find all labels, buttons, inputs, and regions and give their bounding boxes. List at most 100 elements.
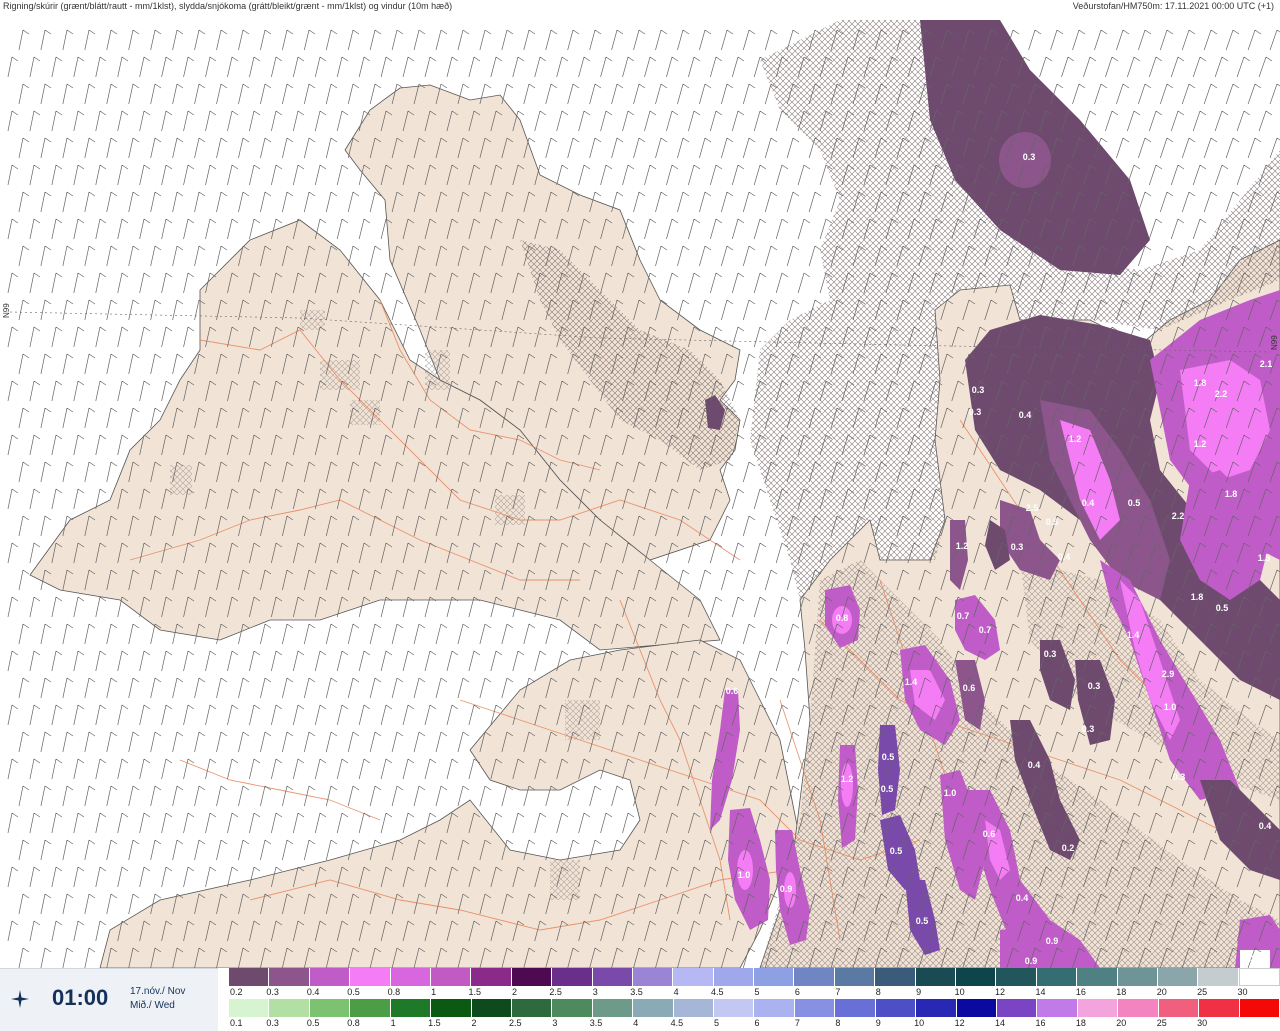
precip-value-label: 0.8 [836,613,849,623]
scale-tick-label: 3.5 [589,1018,603,1028]
scale-swatch [1077,968,1118,986]
scale-tick-label: 5 [714,1018,720,1028]
animation-star-icon[interactable] [10,989,30,1009]
scale-tick-label: 5 [754,987,760,997]
precip-value-label: 0.3 [1173,772,1186,782]
scale-swatch [1036,968,1078,986]
scale-swatch [997,999,1038,1017]
scale-swatch [1238,968,1280,986]
scale-swatch [471,999,512,1017]
scale-swatch [632,968,674,986]
precip-value-label: 0.6 [963,683,976,693]
precip-value-label: 0.9 [1046,936,1059,946]
precip-value-label: 0.3 [1088,681,1101,691]
scale-swatch [1037,999,1078,1017]
precip-value-label: 0.5 [916,916,929,926]
scale-tick-label: 0.4 [306,987,320,997]
precip-value-label: 0.3 [1023,152,1036,162]
precip-value-label: 0.6 [983,829,996,839]
scale-tick-label: 20 [1156,987,1167,997]
scale-tick-label: 0.8 [387,987,401,997]
scale-tick-label: 8 [875,987,881,997]
scale-tick-label: 0.5 [347,987,360,997]
scale-tick-label: 7 [835,987,841,997]
scale-swatch [1118,999,1159,1017]
scale-swatch [309,999,351,1017]
scale-swatch [229,968,270,986]
precip-value-label: 0.5 [1216,603,1229,613]
precip-value-label: 0.4 [1058,552,1071,562]
scale-swatch [1239,999,1280,1017]
scale-tick-label: 30 [1237,987,1248,997]
scale-tick-label: 2.5 [508,1018,522,1028]
precip-value-label: 1.0 [1164,702,1177,712]
scale-tick-label: 30 [1197,1018,1208,1028]
precip-value-label: 0.9 [1025,956,1038,966]
model-run-info: Veðurstofan/HM750m: 17.11.2021 00:00 UTC… [1072,1,1274,11]
scale-tick-label: 16 [1035,1018,1046,1028]
time-panel: 01:00 17.nóv./ Nov Mið./ Wed [0,968,218,1031]
map-canvas: 0.3 0.3 0.3 0.4 1.2 1.8 2.2 2.1 1.2 1.8 2.2 0.4 0.5 2… [7,20,1280,968]
precip-value-label: 0.4 [1016,893,1029,903]
precip-value-label: 0.7 [957,611,970,621]
scale-tick-label: 3 [552,1018,558,1028]
precip-value-label: 0.4 [1259,821,1272,831]
snow-scale-ticks: 0.2 0.3 0.4 0.5 0.8 1 1.5 2 2.5 3 3.5 4 4.5 5 6 7 8 9 10 12… [229,987,1280,999]
precip-value-label: 0.5 [890,846,903,856]
scale-tick-label: 2.5 [549,987,562,997]
scale-tick-label: 3.5 [630,987,643,997]
precip-value-label: 0.4 [1028,760,1041,770]
scale-swatch [754,968,795,986]
precip-value-label: 0.9 [780,884,793,894]
scale-swatch [309,968,351,986]
scale-swatch [673,968,714,986]
scale-swatch [1199,999,1240,1017]
scale-tick-label: 2 [511,987,517,997]
precip-value-label: 2.2 [1215,389,1228,399]
scale-tick-label: 4.5 [711,987,724,997]
precip-value-label: 0.4 [1019,410,1032,420]
scale-tick-label: 0.3 [266,1018,279,1028]
precip-value-label: 0.3 [972,385,985,395]
scale-swatch [552,999,593,1017]
precip-value-label: 0.5 [882,752,895,762]
scale-swatch [552,968,593,986]
precip-value-label: 0.4 [1082,498,1095,508]
scale-tick-label: 20 [1116,1018,1127,1028]
scale-tick-label: 12 [995,987,1006,997]
scale-tick-label: 7 [794,1018,800,1028]
latitude-label-left: N99 [2,303,11,318]
scale-swatch [1158,999,1200,1017]
precip-value-label: 0.3 [969,407,982,417]
scale-swatch [511,968,553,986]
scale-tick-label: 0.5 [306,1018,320,1028]
scale-swatch [916,999,957,1017]
scale-tick-label: 3 [592,987,598,997]
scale-swatch [875,999,917,1017]
precip-value-label: 1.8 [1191,592,1204,602]
scale-swatch [956,968,997,986]
scale-tick-label: 14 [995,1018,1006,1028]
scale-swatch [875,968,916,986]
scale-swatch [915,968,957,986]
scale-swatch [835,999,876,1017]
scale-swatch [1117,968,1158,986]
weather-map: 0.3 0.3 0.3 0.4 1.2 1.8 2.2 2.1 1.2 1.8 2.2 0.4 0.5 2… [0,0,1280,968]
scale-tick-label: 16 [1075,987,1086,997]
precip-value-label: 0.6 [726,686,739,696]
precip-value-label: 1.2 [1069,434,1082,444]
precip-value-label: 0.5 [1128,498,1141,508]
scale-tick-label: 18 [1075,1018,1086,1028]
precip-value-label: 0.5 [881,784,894,794]
scale-swatch [390,968,431,986]
scale-tick-label: 9 [875,1018,881,1028]
scale-tick-label: 0.8 [347,1018,360,1028]
scale-swatch [390,999,432,1017]
precip-value-label: 1.2 [1194,439,1207,449]
rain-color-scale [229,999,1280,1017]
precip-value-label: 2.5 [1026,503,1039,513]
scale-tick-label: 6 [794,987,800,997]
latitude-label-right: N99 [1270,335,1279,350]
scale-swatch [430,968,472,986]
scale-swatch [1198,968,1239,986]
